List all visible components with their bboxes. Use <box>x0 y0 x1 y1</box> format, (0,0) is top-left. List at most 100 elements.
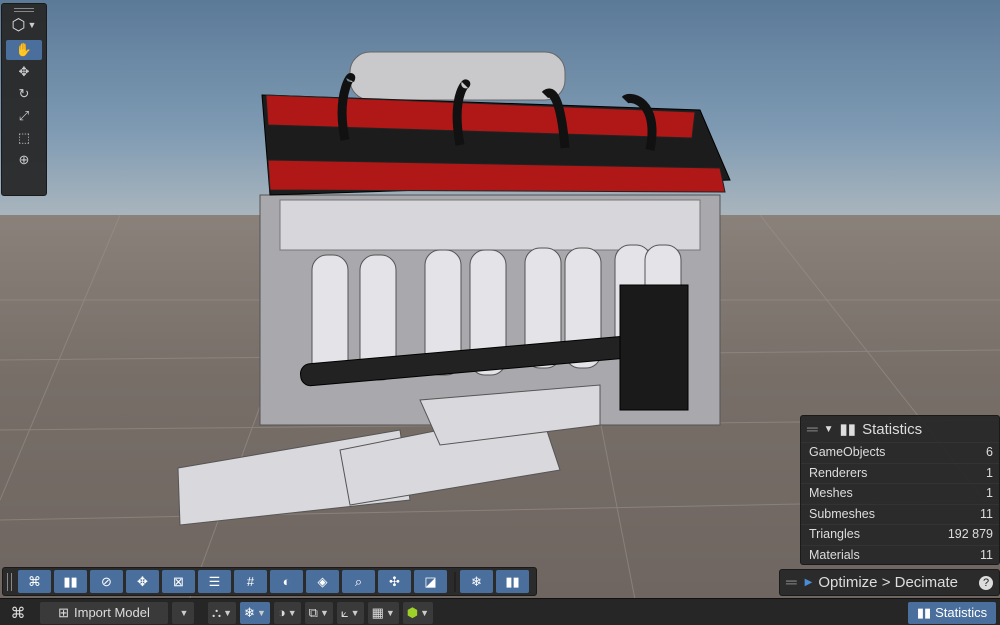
scale-tool-button[interactable]: ⤢ <box>6 106 42 126</box>
axis-icon: ⟀ <box>340 604 349 620</box>
scale-dropdown[interactable]: ⛬ ▼ <box>208 601 237 624</box>
stats-button[interactable]: ▮▮ <box>496 570 529 593</box>
engine-model <box>177 51 731 526</box>
view-mode-dropdown[interactable]: ⬡ ▼ <box>2 12 46 38</box>
move-icon: ✥ <box>18 64 30 79</box>
stats-row: Meshes 1 <box>801 483 999 504</box>
stats-row: Submeshes 11 <box>801 503 999 525</box>
bounds-icon: ⧉ <box>308 604 318 620</box>
plugin-button[interactable]: ⌘ <box>18 570 51 593</box>
scene-viewport[interactable]: ⬡ ▼ ✋ ✥ ↻ ⤢ ⬚ ⊕ ═ ▼ ▮▮ Statistics GameObj… <box>0 0 1000 625</box>
object-dropdown[interactable]: ⬢ ▼ <box>402 601 434 624</box>
paint-button[interactable]: ◪ <box>414 570 447 593</box>
chevron-down-icon: ▼ <box>223 607 233 618</box>
chart-button[interactable]: ▮▮ <box>54 570 87 593</box>
collapse-icon[interactable]: ▼ <box>824 424 834 435</box>
scale-icon: ⤢ <box>18 108 30 123</box>
move-tool-button[interactable]: ✥ <box>6 62 42 82</box>
transform-tool-button[interactable]: ⊕ <box>6 150 42 170</box>
chart-icon: ▮▮ <box>839 421 857 438</box>
view-cube-icon: ⬡ <box>11 17 26 34</box>
grid-button[interactable]: # <box>234 570 267 593</box>
checker-icon: ▦ <box>371 604 384 620</box>
chevron-down-icon: ▼ <box>350 607 360 618</box>
transform-icon: ⊕ <box>18 152 30 167</box>
stats-label: Submeshes <box>809 506 876 521</box>
chevron-down-icon: ▼ <box>319 607 329 618</box>
stats-row: Renderers 1 <box>801 462 999 484</box>
statistics-toggle[interactable]: ▮▮ Statistics <box>908 601 996 624</box>
rotate-icon: ↻ <box>18 86 30 101</box>
stats-row: Triangles 192 879 <box>801 524 999 545</box>
statistics-panel: ═ ▼ ▮▮ Statistics GameObjects 6 Renderers 1… <box>800 415 1000 565</box>
stats-value: 11 <box>980 547 993 562</box>
statistics-rows: GameObjects 6 Renderers 1 Meshes 1 Submeshes 11… <box>801 442 999 565</box>
pivot-button[interactable]: ✣ <box>378 570 411 593</box>
stats-label: Renderers <box>809 465 868 480</box>
stats-label: Materials <box>809 547 860 562</box>
stats-label: Triangles <box>809 527 860 541</box>
import-model-label: Import Model <box>74 605 150 620</box>
statistics-toggle-label: Statistics <box>935 605 988 620</box>
optimize-panel: ═ ▶ Optimize > Decimate ? <box>779 569 1000 596</box>
import-icon: ⊞ <box>58 604 70 620</box>
optimize-label[interactable]: Optimize > Decimate <box>818 574 958 591</box>
scale-icon: ⛬ <box>212 604 222 620</box>
shading-icon: ◐ <box>282 574 291 589</box>
bounds-dropdown[interactable]: ⧉ ▼ <box>304 601 333 624</box>
chevron-down-icon: ▼ <box>179 607 189 618</box>
compass-icon: ⊘ <box>101 573 112 589</box>
move-button[interactable]: ✥ <box>126 570 159 593</box>
pivot-icon: ✣ <box>389 573 400 589</box>
expand-icon[interactable]: ▶ <box>805 577 813 588</box>
wireframe-icon: ⊠ <box>173 573 184 589</box>
chevron-down-icon: ▼ <box>256 607 266 618</box>
drag-handle-icon[interactable]: ═ <box>807 421 818 438</box>
move-icon: ✥ <box>137 573 148 589</box>
hand-tool-button[interactable]: ✋ <box>6 40 42 60</box>
stats-value: 1 <box>986 465 993 480</box>
shading-dropdown[interactable]: ◑ ▼ <box>273 601 301 624</box>
axis-dropdown[interactable]: ⟀ ▼ <box>336 601 364 624</box>
rect-icon: ⬚ <box>17 130 31 145</box>
layers-button[interactable]: ◈ <box>306 570 339 593</box>
align-button[interactable]: ☰ <box>198 570 231 593</box>
drag-handle-icon[interactable]: ═ <box>786 574 797 591</box>
help-icon[interactable]: ? <box>979 575 993 590</box>
search-button[interactable]: ⌕ <box>342 570 375 593</box>
bottom-bar: ⌘ ⊞ Import Model ▼ ⛬ ▼ ❄ ▼ ◑ ▼ ⧉ ▼ ⟀ ▼ ▦ ▼ ⬢ ▼ … <box>0 598 1000 625</box>
stats-label: Meshes <box>809 486 853 500</box>
checker-dropdown[interactable]: ▦ ▼ <box>367 601 399 624</box>
hand-icon: ✋ <box>15 42 33 57</box>
shading-button[interactable]: ◐ <box>270 570 303 593</box>
scene-toolbar: ⌘ ▮▮ ⊘ ✥ ⊠ ☰ # ◐ ◈ ⌕ ✣ ◪ ❄ ▮▮ <box>2 567 537 596</box>
light-button[interactable]: ❄ <box>460 570 493 593</box>
import-dropdown[interactable]: ▼ <box>172 601 194 624</box>
compass-button[interactable]: ⊘ <box>90 570 123 593</box>
statistics-header[interactable]: ═ ▼ ▮▮ Statistics <box>801 416 999 442</box>
chevron-down-icon: ▼ <box>420 607 430 618</box>
chevron-down-icon: ▼ <box>287 607 297 618</box>
rotate-tool-button[interactable]: ↻ <box>6 84 42 104</box>
stats-value: 6 <box>986 445 993 459</box>
rect-tool-button[interactable]: ⬚ <box>6 128 42 148</box>
chevron-down-icon: ▼ <box>27 20 37 30</box>
grid-icon: # <box>246 574 255 589</box>
light-icon: ❄ <box>244 604 255 620</box>
align-icon: ☰ <box>208 573 221 589</box>
stats-icon: ▮▮ <box>505 573 520 589</box>
chart-icon: ▮▮ <box>63 573 78 589</box>
toolbar-grip[interactable] <box>7 572 12 591</box>
chart-icon: ▮▮ <box>916 604 932 620</box>
layers-icon: ◈ <box>317 573 328 589</box>
chevron-down-icon: ▼ <box>385 607 395 618</box>
stats-value: 1 <box>986 486 993 500</box>
wireframe-button[interactable]: ⊠ <box>162 570 195 593</box>
plugin-icon[interactable]: ⌘ <box>0 604 36 622</box>
stats-row: Materials 11 <box>801 544 999 566</box>
tool-panel: ⬡ ▼ ✋ ✥ ↻ ⤢ ⬚ ⊕ <box>1 3 47 196</box>
paint-icon: ◪ <box>424 573 437 589</box>
light-dropdown[interactable]: ❄ ▼ <box>240 601 270 624</box>
import-model-button[interactable]: ⊞ Import Model <box>40 601 168 624</box>
stats-value: 192 879 <box>947 527 993 541</box>
